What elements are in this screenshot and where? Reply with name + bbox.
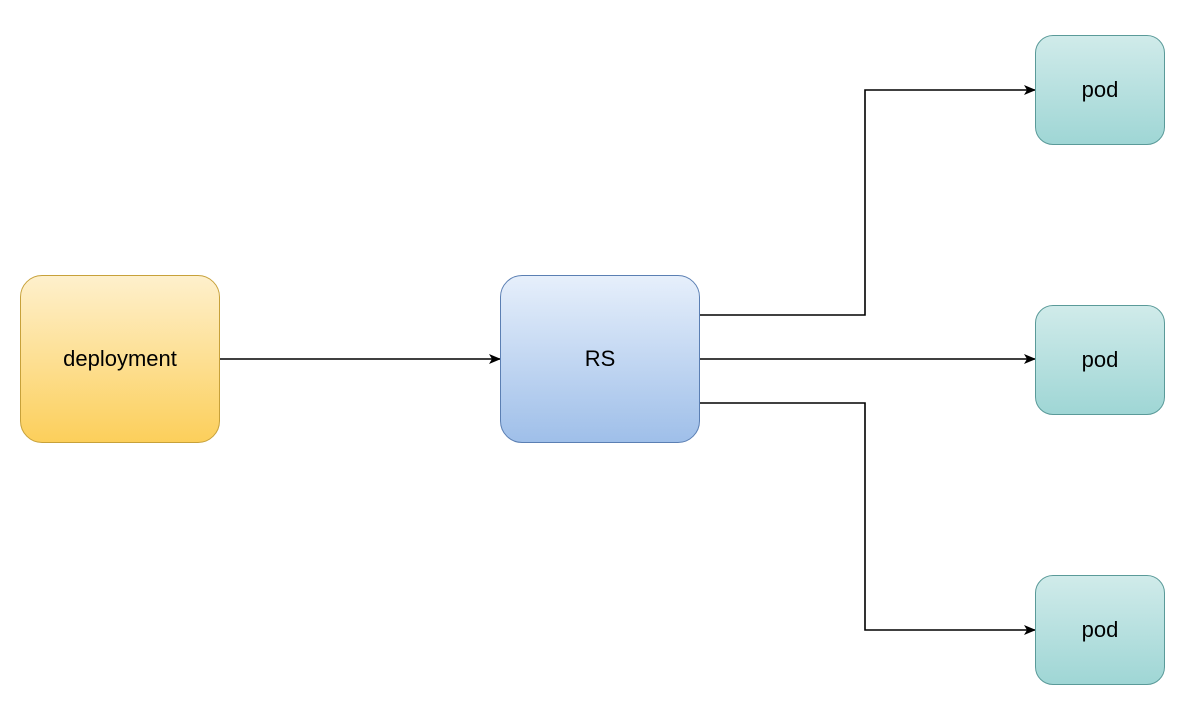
rs-node: RS bbox=[500, 275, 700, 443]
edge-rs-pod3 bbox=[700, 403, 1035, 630]
deployment-label: deployment bbox=[63, 346, 177, 372]
pod-node-1: pod bbox=[1035, 35, 1165, 145]
rs-label: RS bbox=[585, 346, 616, 372]
edge-rs-pod1 bbox=[700, 90, 1035, 315]
pod-node-3: pod bbox=[1035, 575, 1165, 685]
pod-label-2: pod bbox=[1082, 347, 1119, 373]
deployment-node: deployment bbox=[20, 275, 220, 443]
pod-label-3: pod bbox=[1082, 617, 1119, 643]
pod-label-1: pod bbox=[1082, 77, 1119, 103]
pod-node-2: pod bbox=[1035, 305, 1165, 415]
